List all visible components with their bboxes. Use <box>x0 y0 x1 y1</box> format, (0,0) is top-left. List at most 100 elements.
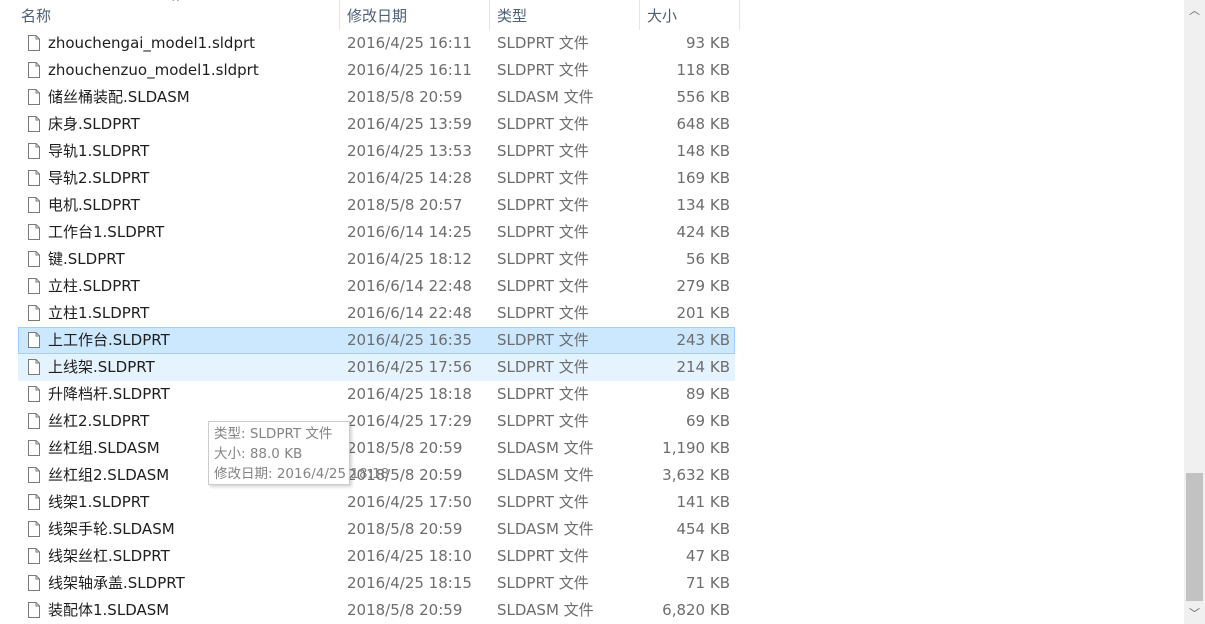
chevron-down-icon[interactable]: ﹀ <box>1184 605 1205 622</box>
file-row[interactable]: 导轨1.SLDPRT 2016/4/25 13:53 SLDPRT 文件 148 KB <box>0 138 1180 165</box>
file-icon <box>28 575 40 591</box>
file-row[interactable]: 丝杠组.SLDASM 2018/5/8 20:59 SLDASM 文件 1,190 K… <box>0 435 1180 462</box>
file-size: 148 KB <box>676 142 730 160</box>
scrollbar-thumb[interactable] <box>1186 473 1203 601</box>
file-row[interactable]: 上线架.SLDPRT 2016/4/25 17:56 SLDPRT 文件 214 KB <box>0 354 1180 381</box>
vertical-scrollbar[interactable]: ︿ ﹀ <box>1184 0 1205 624</box>
file-date: 2016/6/14 22:48 <box>347 277 472 295</box>
file-row[interactable]: 立柱1.SLDPRT 2016/6/14 22:48 SLDPRT 文件 201 KB <box>0 300 1180 327</box>
file-size: 1,190 KB <box>662 439 730 457</box>
file-row[interactable]: 丝杠组2.SLDASM 2018/5/8 20:59 SLDASM 文件 3,632 … <box>0 462 1180 489</box>
file-icon <box>28 386 40 402</box>
file-date: 2016/4/25 17:29 <box>347 412 472 430</box>
file-list: zhouchengai_model1.sldprt 2016/4/25 16:11… <box>0 30 1180 624</box>
file-date: 2018/5/8 20:59 <box>347 601 463 619</box>
file-row[interactable]: 电机.SLDPRT 2018/5/8 20:57 SLDPRT 文件 134 KB <box>0 192 1180 219</box>
file-row[interactable]: 线架1.SLDPRT 2016/4/25 17:50 SLDPRT 文件 141 KB <box>0 489 1180 516</box>
file-type: SLDPRT 文件 <box>497 547 589 565</box>
file-size: 424 KB <box>676 223 730 241</box>
file-type: SLDPRT 文件 <box>497 493 589 511</box>
file-size: 47 KB <box>686 547 730 565</box>
file-name: 导轨2.SLDPRT <box>48 169 150 187</box>
file-icon <box>28 494 40 510</box>
file-row[interactable]: 线架轴承盖.SLDPRT 2016/4/25 18:15 SLDPRT 文件 71 K… <box>0 570 1180 597</box>
file-row[interactable]: 线架丝杠.SLDPRT 2016/4/25 18:10 SLDPRT 文件 47 KB <box>0 543 1180 570</box>
file-size: 169 KB <box>676 169 730 187</box>
file-type: SLDPRT 文件 <box>497 304 589 322</box>
column-header-type-label: 类型 <box>497 7 528 25</box>
column-divider[interactable] <box>339 0 340 30</box>
file-row[interactable]: 导轨2.SLDPRT 2016/4/25 14:28 SLDPRT 文件 169 KB <box>0 165 1180 192</box>
file-row[interactable]: zhouchengai_model1.sldprt 2016/4/25 16:11… <box>0 30 1180 57</box>
file-type: SLDPRT 文件 <box>497 61 589 79</box>
file-name: 立柱1.SLDPRT <box>48 304 150 322</box>
file-row[interactable]: 上工作台.SLDPRT 2016/4/25 16:35 SLDPRT 文件 243 K… <box>0 327 1180 354</box>
file-tooltip: 类型: SLDPRT 文件 大小: 88.0 KB 修改日期: 2016/4/2… <box>208 421 389 485</box>
file-date: 2016/4/25 13:53 <box>347 142 472 160</box>
chevron-up-icon[interactable]: ︿ <box>1184 2 1205 19</box>
file-date: 2016/4/25 13:59 <box>347 115 472 133</box>
column-divider[interactable] <box>489 0 490 30</box>
column-header-date[interactable]: 修改日期 <box>347 0 488 30</box>
column-header-size[interactable]: 大小 <box>647 0 739 30</box>
file-type: SLDPRT 文件 <box>497 358 589 376</box>
file-icon <box>28 548 40 564</box>
file-size: 648 KB <box>676 115 730 133</box>
file-name: 床身.SLDPRT <box>48 115 140 133</box>
file-row[interactable]: 床身.SLDPRT 2016/4/25 13:59 SLDPRT 文件 648 KB <box>0 111 1180 138</box>
file-icon <box>28 278 40 294</box>
file-type: SLDPRT 文件 <box>497 331 589 349</box>
file-date: 2016/4/25 18:15 <box>347 574 472 592</box>
column-divider[interactable] <box>739 0 740 30</box>
file-row[interactable]: 储丝桶装配.SLDASM 2018/5/8 20:59 SLDASM 文件 556 K… <box>0 84 1180 111</box>
file-date: 2018/5/8 20:59 <box>347 88 463 106</box>
file-type: SLDPRT 文件 <box>497 34 589 52</box>
file-date: 2016/6/14 22:48 <box>347 304 472 322</box>
file-row[interactable]: 工作台1.SLDPRT 2016/6/14 14:25 SLDPRT 文件 424 K… <box>0 219 1180 246</box>
file-name: zhouchenzuo_model1.sldprt <box>48 61 259 79</box>
file-date: 2016/4/25 18:12 <box>347 250 472 268</box>
file-date: 2016/4/25 16:11 <box>347 61 472 79</box>
file-size: 6,820 KB <box>662 601 730 619</box>
file-icon <box>28 116 40 132</box>
file-name: 储丝桶装配.SLDASM <box>48 88 190 106</box>
file-size: 89 KB <box>686 385 730 403</box>
file-row[interactable]: 立柱.SLDPRT 2016/6/14 22:48 SLDPRT 文件 279 KB <box>0 273 1180 300</box>
file-row[interactable]: 键.SLDPRT 2016/4/25 18:12 SLDPRT 文件 56 KB <box>0 246 1180 273</box>
file-size: 454 KB <box>676 520 730 538</box>
file-row[interactable]: 丝杠2.SLDPRT 2016/4/25 17:29 SLDPRT 文件 69 KB <box>0 408 1180 435</box>
file-name: 上线架.SLDPRT <box>48 358 155 376</box>
file-size: 3,632 KB <box>662 466 730 484</box>
file-type: SLDASM 文件 <box>497 439 594 457</box>
file-name: zhouchengai_model1.sldprt <box>48 34 256 52</box>
file-type: SLDPRT 文件 <box>497 385 589 403</box>
file-size: 201 KB <box>676 304 730 322</box>
file-type: SLDPRT 文件 <box>497 277 589 295</box>
file-row[interactable]: 线架手轮.SLDASM 2018/5/8 20:59 SLDASM 文件 454 KB <box>0 516 1180 543</box>
file-type: SLDPRT 文件 <box>497 250 589 268</box>
file-date: 2016/4/25 16:35 <box>347 331 472 349</box>
file-date: 2016/4/25 18:18 <box>347 385 472 403</box>
file-row[interactable]: zhouchenzuo_model1.sldprt 2016/4/25 16:11… <box>0 57 1180 84</box>
file-name: 丝杠组.SLDASM <box>48 439 160 457</box>
file-type: SLDPRT 文件 <box>497 115 589 133</box>
column-header-name-label: 名称 <box>21 7 52 25</box>
column-header-date-label: 修改日期 <box>347 7 408 25</box>
file-date: 2016/4/25 14:28 <box>347 169 472 187</box>
file-name: 电机.SLDPRT <box>48 196 140 214</box>
file-size: 214 KB <box>676 358 730 376</box>
file-name: 工作台1.SLDPRT <box>48 223 165 241</box>
file-icon <box>28 251 40 267</box>
column-divider[interactable] <box>639 0 640 30</box>
column-header-type[interactable]: 类型 <box>497 0 638 30</box>
file-explorer-details-view: 名称 ^ 修改日期 类型 大小 zhouchengai_model1.sldpr… <box>0 0 1205 624</box>
file-row[interactable]: 升降档杆.SLDPRT 2016/4/25 18:18 SLDPRT 文件 89 KB <box>0 381 1180 408</box>
file-icon <box>28 224 40 240</box>
file-name: 线架1.SLDPRT <box>48 493 150 511</box>
file-icon <box>28 143 40 159</box>
file-size: 69 KB <box>686 412 730 430</box>
file-date: 2018/5/8 20:59 <box>347 520 463 538</box>
file-row[interactable]: 装配体1.SLDASM 2018/5/8 20:59 SLDASM 文件 6,820 … <box>0 597 1180 624</box>
file-type: SLDPRT 文件 <box>497 169 589 187</box>
file-icon <box>28 170 40 186</box>
